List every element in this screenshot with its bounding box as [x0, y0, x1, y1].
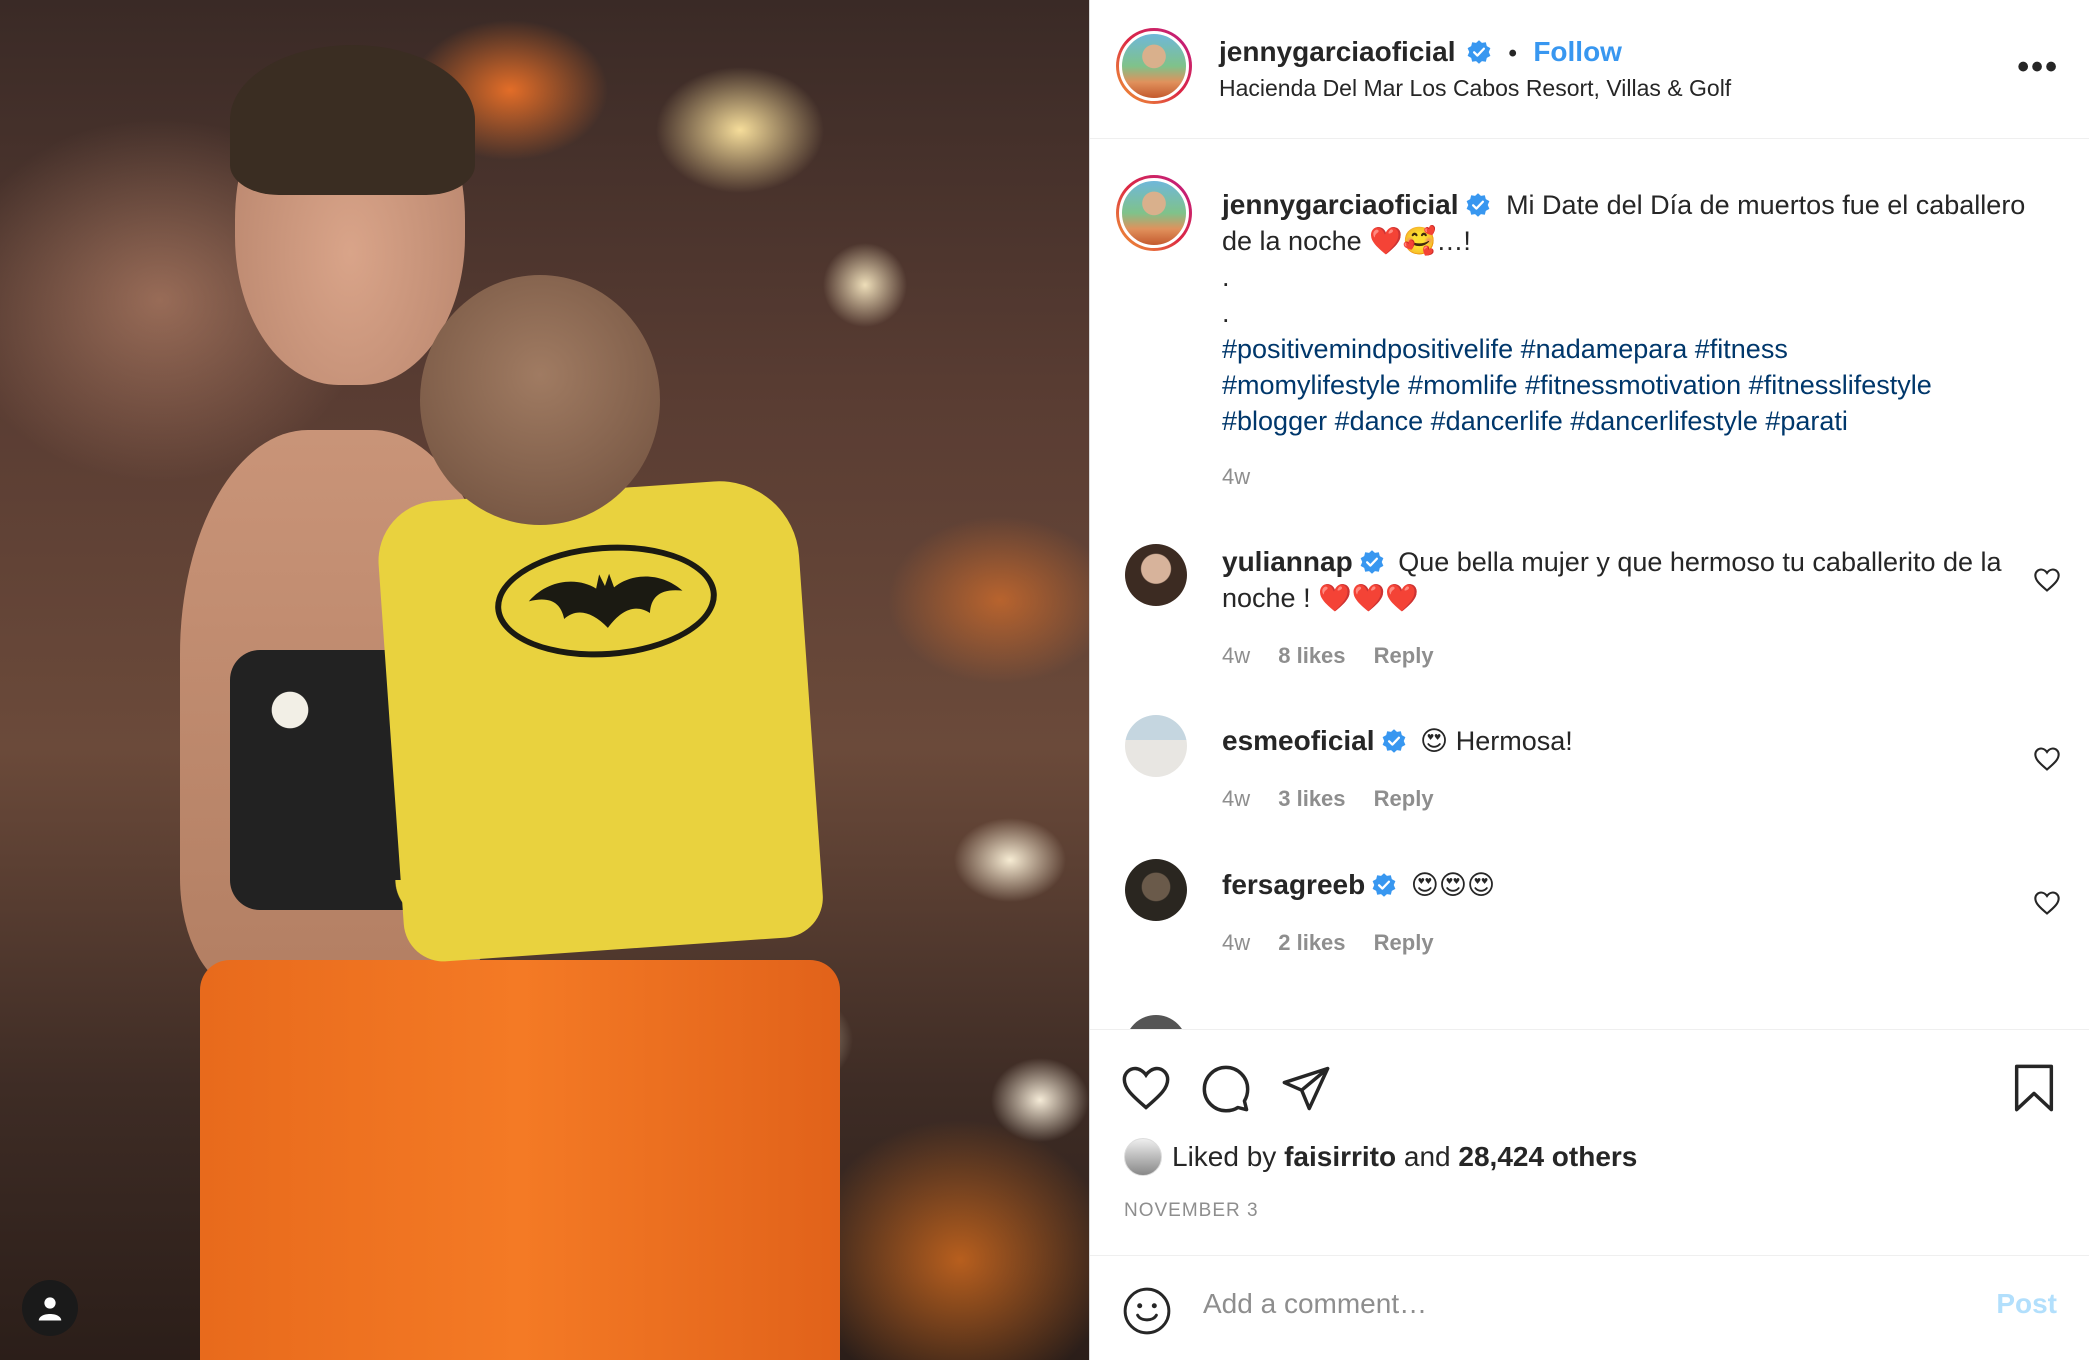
reply-button[interactable]: Reply — [1374, 786, 1434, 811]
verified-badge-icon — [1467, 40, 1491, 64]
caption-timestamp[interactable]: 4w — [1222, 459, 2042, 495]
comment-text: 😍😍😍 — [1410, 870, 1496, 900]
comment-time[interactable]: 4w — [1222, 786, 1250, 811]
post-actions: Liked by faisirrito and 28,424 others NO… — [1090, 1029, 2089, 1361]
follow-button[interactable]: Follow — [1533, 36, 1622, 67]
orange-skirt — [200, 960, 840, 1360]
tagged-user-button[interactable] — [22, 1280, 78, 1336]
like-comment-heart-icon[interactable] — [2033, 889, 2061, 917]
hashtags-line[interactable]: #momylifestyle #momlife #fitnessmotivati… — [1222, 367, 2042, 403]
liker-username[interactable]: faisirrito — [1284, 1141, 1396, 1173]
caption-username[interactable]: jennygarciaoficial — [1222, 189, 1459, 220]
commenter-username[interactable]: yuliannap — [1222, 546, 1353, 577]
verified-badge-icon — [1360, 550, 1384, 574]
verified-badge-icon — [1466, 193, 1489, 217]
comment-meta: 4w 2 likes Reply — [1222, 930, 1456, 956]
liked-by-conj: and — [1403, 1141, 1451, 1172]
comment-body: yuliannap Que bella mujer y que hermoso … — [1222, 544, 2002, 616]
comment-text: 😍 Hermosa! — [1420, 726, 1573, 756]
caption-author-avatar[interactable] — [1116, 175, 1192, 251]
likes-summary: Liked by faisirrito and 28,424 others — [1124, 1138, 1637, 1176]
caption-dot: . — [1222, 298, 1230, 328]
header-separator: • — [1508, 40, 1517, 67]
commenter-avatar[interactable] — [1125, 859, 1187, 921]
save-bookmark-icon[interactable] — [2008, 1062, 2060, 1114]
commenter-avatar[interactable] — [1125, 544, 1187, 606]
comment-input[interactable]: Add a comment… — [1203, 1288, 1427, 1320]
verified-badge-icon — [1382, 729, 1405, 753]
add-comment-bar: Add a comment… Post — [1090, 1255, 2089, 1362]
comment-body: esmeoficial 😍 Hermosa! — [1222, 723, 2002, 759]
post-comment-button[interactable]: Post — [1996, 1288, 2057, 1320]
hashtags-line[interactable]: #blogger #dance #dancerlife #dancerlifes… — [1222, 403, 2042, 439]
like-comment-heart-icon[interactable] — [2033, 745, 2061, 773]
more-options-button[interactable]: ••• — [2017, 48, 2059, 87]
author-username[interactable]: jennygarciaoficial — [1219, 36, 1456, 67]
caption-dot: . — [1222, 262, 1230, 292]
comment-meta: 4w 3 likes Reply — [1222, 786, 1456, 812]
comment-time[interactable]: 4w — [1222, 930, 1250, 955]
location-link[interactable]: Hacienda Del Mar Los Cabos Resort, Villa… — [1219, 75, 1731, 102]
share-paper-plane-icon[interactable] — [1280, 1062, 1332, 1114]
reply-button[interactable]: Reply — [1374, 643, 1434, 668]
author-avatar[interactable] — [1116, 28, 1192, 104]
liked-by-prefix: Liked by — [1172, 1141, 1277, 1172]
post-detail-panel: jennygarciaoficial • Follow Hacienda Del… — [1089, 0, 2089, 1360]
post-photo[interactable] — [0, 0, 1089, 1360]
hashtags-line[interactable]: #positivemindpositivelife #nadamepara #f… — [1222, 331, 2042, 367]
batman-cape-edge — [395, 880, 795, 960]
commenter-avatar[interactable] — [1125, 715, 1187, 777]
verified-badge-icon — [1372, 873, 1396, 897]
commenter-avatar[interactable] — [1125, 1015, 1187, 1029]
comments-scroll-area[interactable]: jennygarciaoficial Mi Date del Día de mu… — [1090, 139, 2089, 1029]
liker-avatar[interactable] — [1124, 1138, 1162, 1176]
comment-meta: 4w 8 likes Reply — [1222, 643, 1456, 669]
like-heart-icon[interactable] — [1120, 1062, 1172, 1114]
likes-count-link[interactable]: 28,424 others — [1458, 1141, 1637, 1173]
comment-body: fersagreeb 😍😍😍 — [1222, 867, 2002, 903]
comment-time[interactable]: 4w — [1222, 643, 1250, 668]
post-header: jennygarciaoficial • Follow Hacienda Del… — [1090, 0, 2089, 139]
comment-likes[interactable]: 2 likes — [1278, 930, 1345, 955]
commenter-username[interactable]: fersagreeb — [1222, 869, 1365, 900]
emoji-smiley-icon[interactable] — [1122, 1286, 1172, 1336]
comment-likes[interactable]: 8 likes — [1278, 643, 1345, 668]
comment-bubble-icon[interactable] — [1200, 1062, 1252, 1114]
commenter-username[interactable]: esmeoficial — [1222, 725, 1375, 756]
woman-hair — [230, 45, 475, 195]
person-icon — [38, 1297, 62, 1321]
post-caption: jennygarciaoficial Mi Date del Día de mu… — [1222, 187, 2042, 495]
reply-button[interactable]: Reply — [1374, 930, 1434, 955]
comment-likes[interactable]: 3 likes — [1278, 786, 1345, 811]
like-comment-heart-icon[interactable] — [2033, 566, 2061, 594]
baby-head — [420, 275, 660, 525]
post-date[interactable]: NOVEMBER 3 — [1124, 1200, 1259, 1222]
